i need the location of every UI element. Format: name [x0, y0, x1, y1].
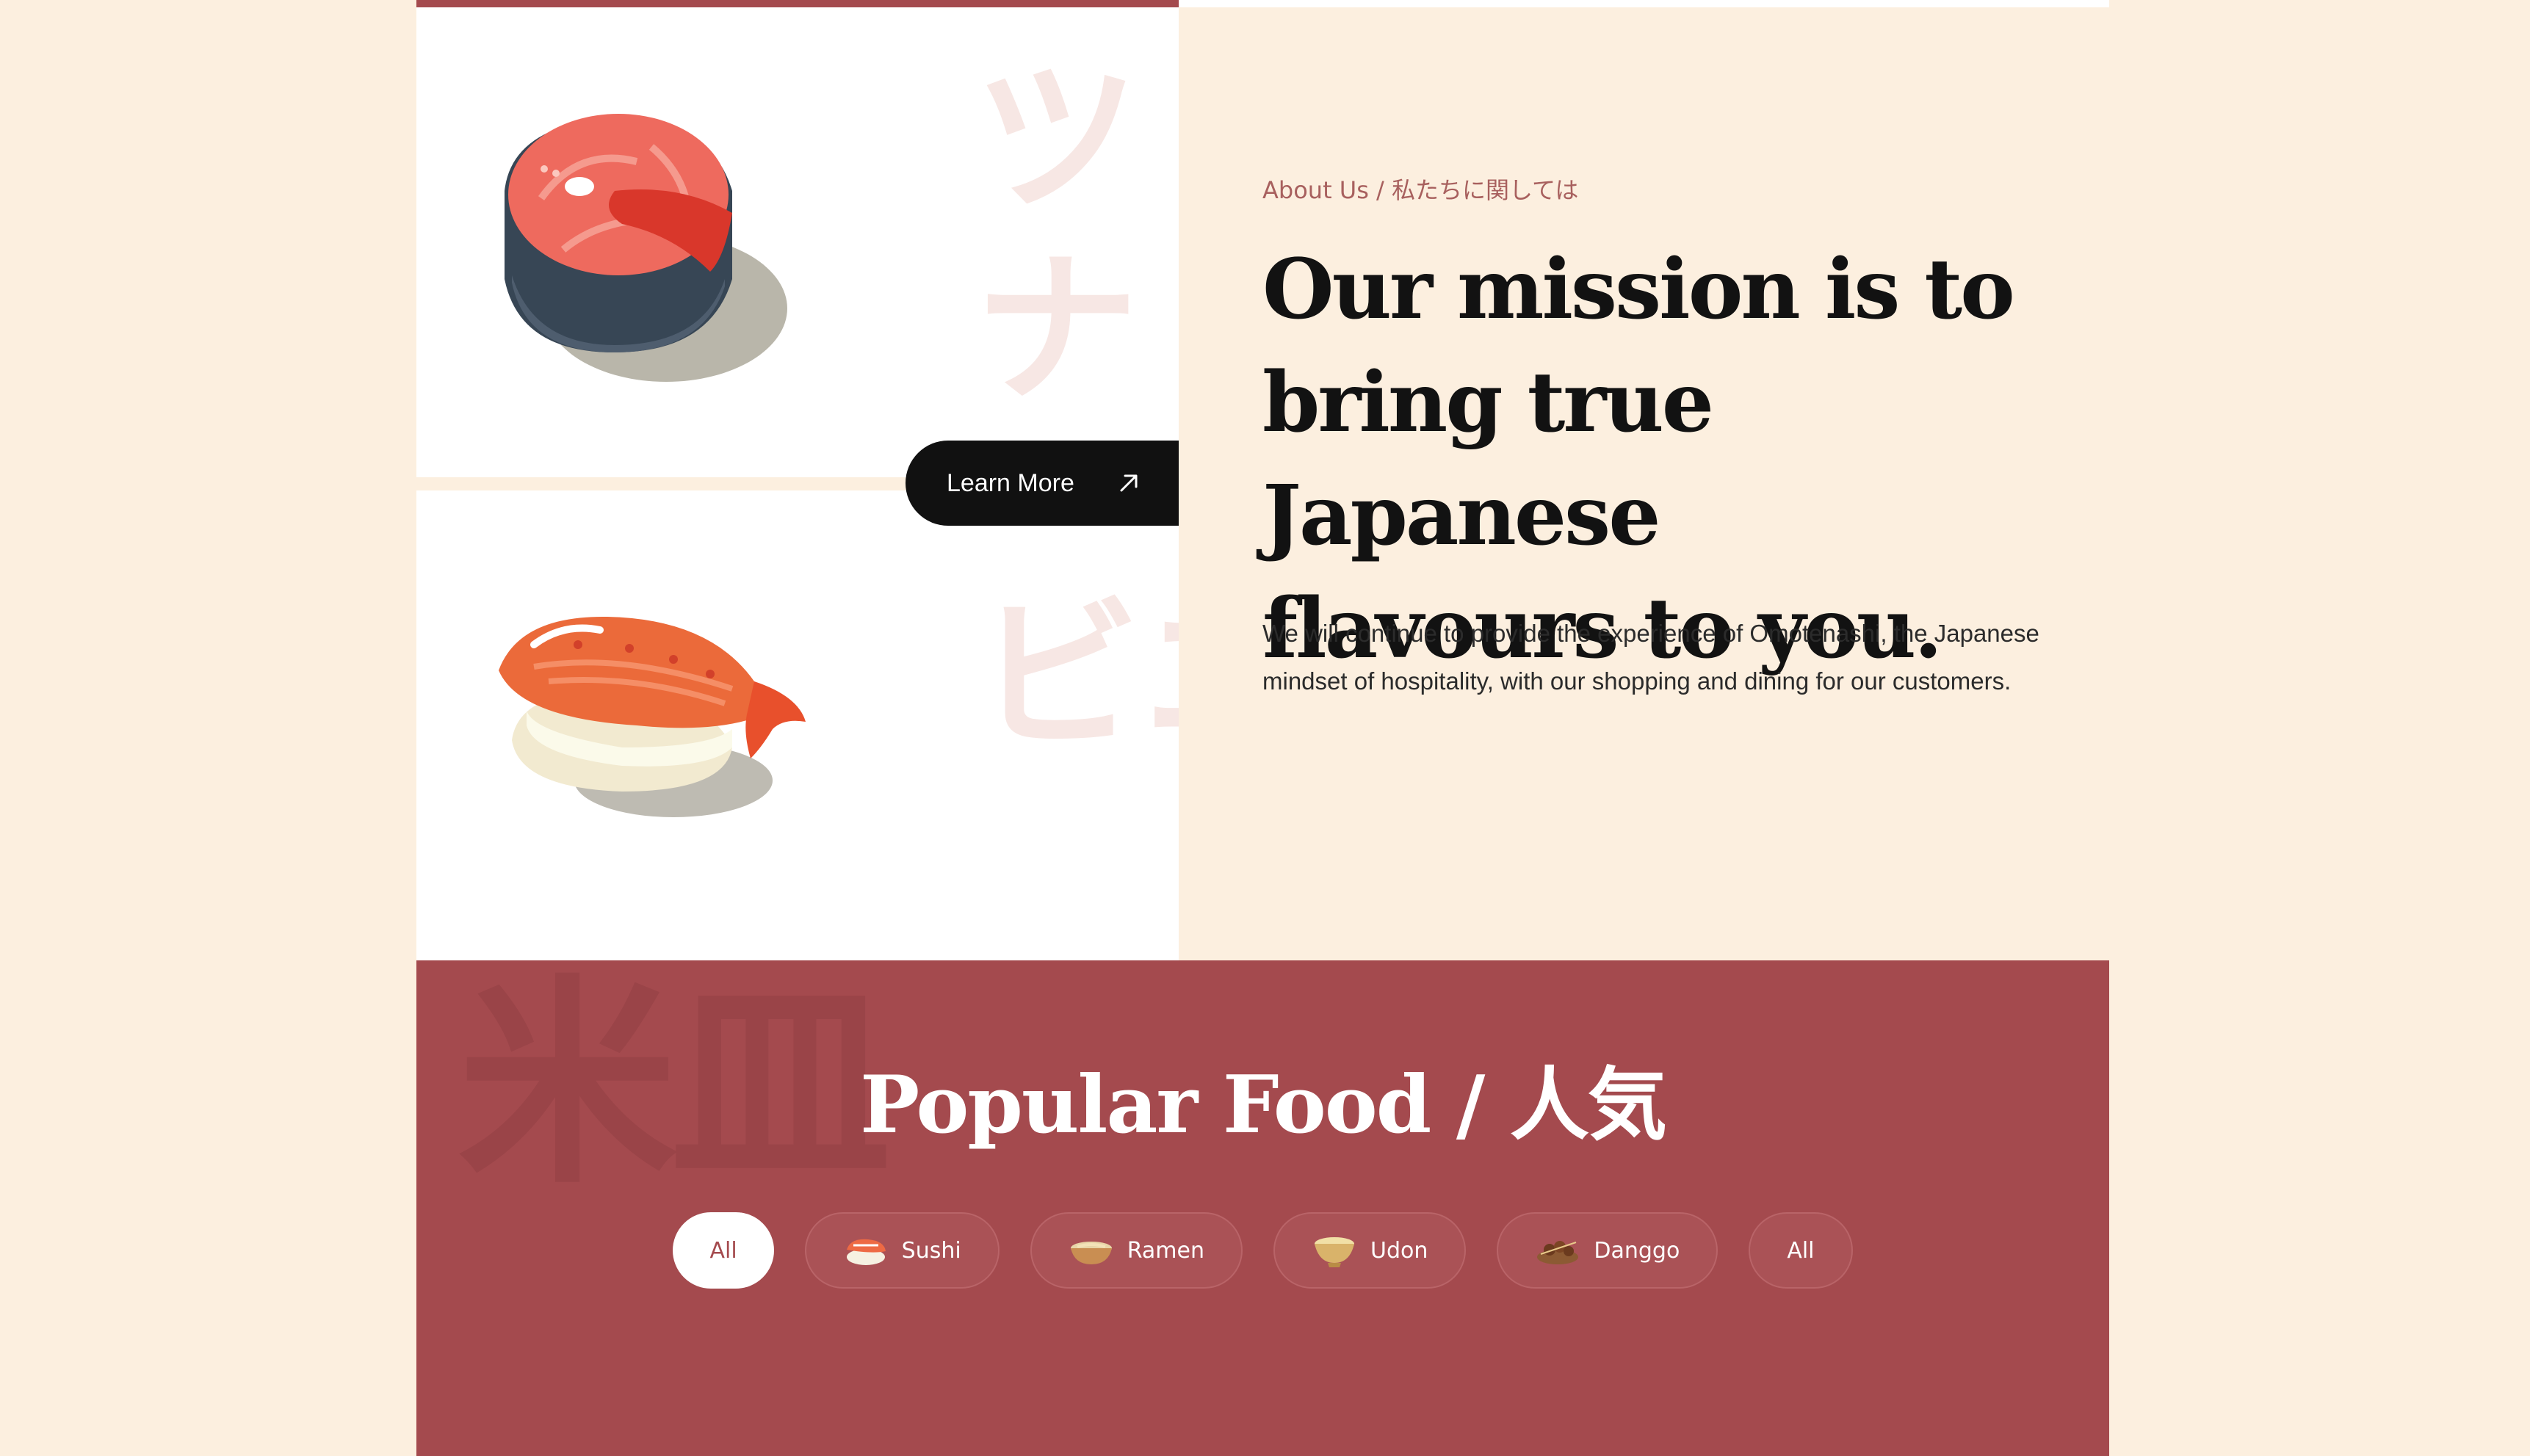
filter-danggo-button[interactable]: Danggo: [1497, 1212, 1718, 1289]
filter-all-button-2[interactable]: All: [1749, 1212, 1853, 1289]
filter-udon-button[interactable]: Udon: [1273, 1212, 1467, 1289]
filter-label: Sushi: [901, 1237, 961, 1264]
top-accent-bar: [416, 0, 1179, 7]
popular-food-section: 米皿 Popular Food / 人気 All Sushi Ramen Udo…: [416, 960, 2109, 1456]
filter-label: All: [1787, 1237, 1815, 1264]
ebi-kanji-watermark: エビ: [943, 586, 1179, 777]
arrow-up-right-icon: [1120, 474, 1138, 492]
tuna-image-panel: ツナ: [416, 7, 1179, 477]
sushi-icon: [846, 1239, 886, 1265]
udon-bowl-icon: [1314, 1237, 1354, 1267]
filter-sushi-button[interactable]: Sushi: [804, 1212, 1000, 1289]
headline-line: bring true Japanese: [1262, 355, 1714, 564]
about-breadcrumb: About Us / 私たちに関しては: [1262, 176, 1579, 204]
danggo-icon: [1537, 1241, 1579, 1264]
top-accent-bar-light: [1179, 0, 2109, 7]
page: ツナ エビ: [416, 0, 2109, 1456]
tuna-steak-illustration: [505, 114, 787, 382]
filter-label: All: [709, 1237, 737, 1264]
ebi-image-panel: エビ: [416, 490, 1179, 960]
filter-label: Danggo: [1594, 1237, 1680, 1264]
headline-line: Our mission is to: [1262, 242, 2015, 338]
filter-ramen-button[interactable]: Ramen: [1030, 1212, 1243, 1289]
ramen-bowl-icon: [1070, 1242, 1112, 1264]
filter-all-button[interactable]: All: [673, 1212, 774, 1289]
popular-food-title: Popular Food / 人気: [860, 1059, 1667, 1151]
learn-more-label: Learn More: [947, 468, 1074, 497]
tuna-kanji-watermark: ツナ: [943, 48, 1139, 430]
filter-label: Udon: [1370, 1237, 1428, 1264]
shrimp-sushi-illustration: [499, 616, 806, 817]
food-filter-bar: All Sushi Ramen Udon Danggo All: [416, 1212, 2109, 1289]
learn-more-button[interactable]: Learn More: [906, 441, 1179, 526]
about-description: We will continue to provide the experien…: [1262, 620, 2039, 695]
filter-label: Ramen: [1127, 1237, 1204, 1264]
